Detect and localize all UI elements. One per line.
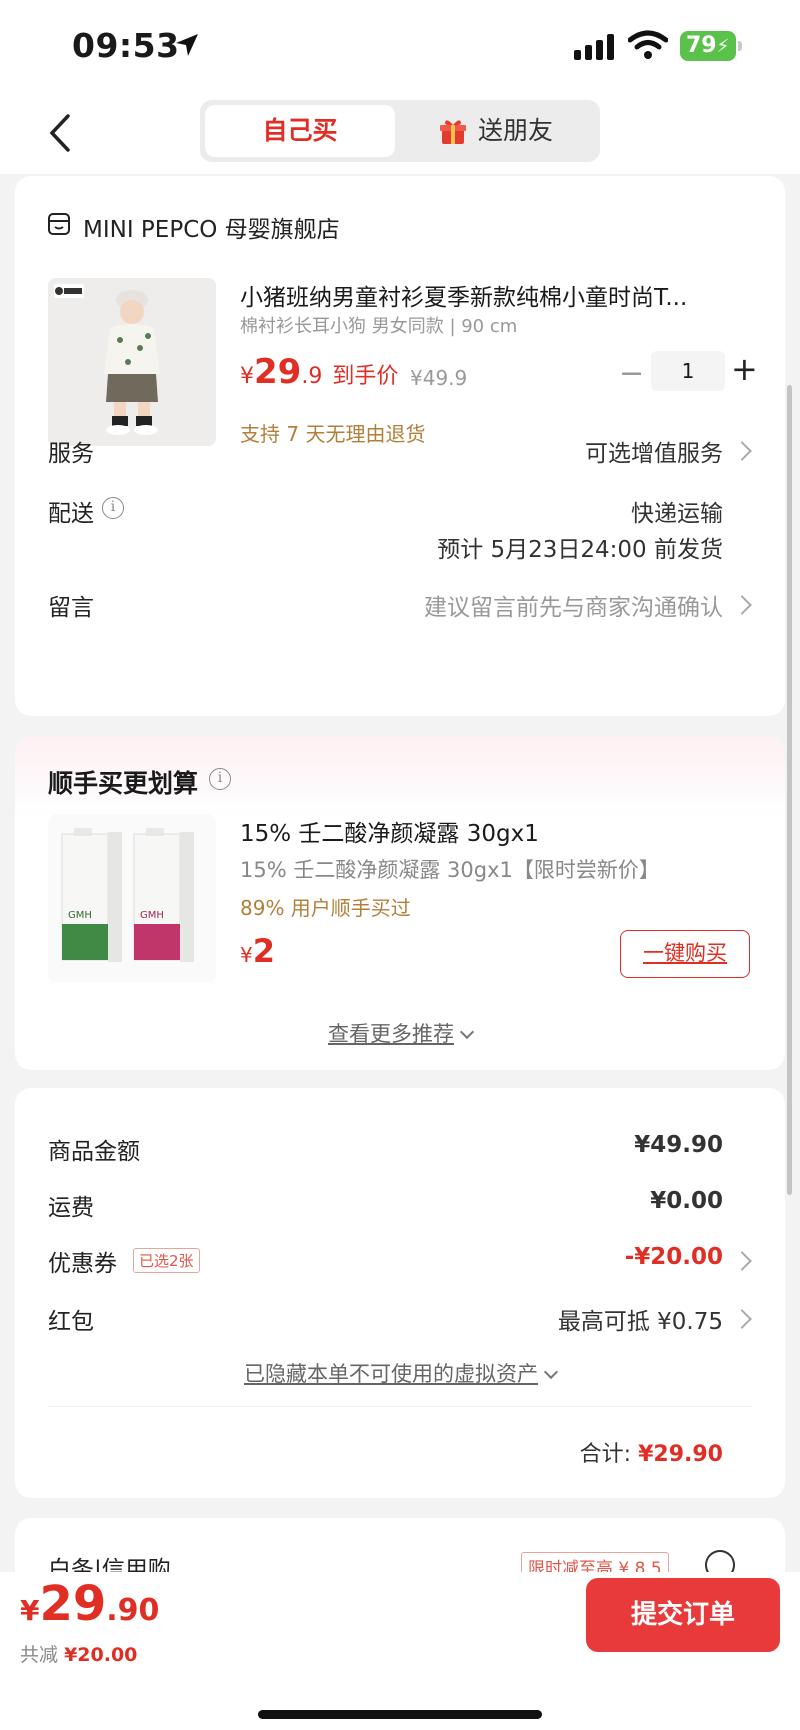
gift-icon — [440, 120, 466, 144]
recommended-product-stat: 89% 用户顺手买过 — [240, 896, 411, 920]
status-time: 09:53 — [72, 26, 180, 65]
coupon-label: 优惠券 — [48, 1251, 117, 1277]
original-price: ¥49.9 — [410, 366, 468, 390]
coupon-selected-badge: 已选2张 — [133, 1248, 200, 1273]
delivery-method: 快递运输 — [631, 501, 723, 527]
info-icon[interactable]: i — [102, 497, 124, 519]
chevron-right-icon[interactable] — [732, 441, 752, 461]
delivery-eta: 预计 5月23日24:00 前发货 — [437, 537, 723, 563]
total-label: 合计: — [579, 1442, 632, 1467]
home-indicator[interactable] — [258, 1710, 542, 1719]
chevron-right-icon[interactable] — [732, 1251, 752, 1271]
product-image[interactable] — [48, 278, 216, 446]
checkout-bar: ¥29.90 共减 ¥20.00 提交订单 — [0, 1572, 800, 1730]
price-decimal: .9 — [301, 364, 323, 389]
nav-bar: 自己买 送朋友 — [0, 96, 800, 174]
bottom-total-price: ¥29.90 — [20, 1576, 159, 1632]
battery-level: 79 — [686, 33, 717, 58]
coupon-value[interactable]: -¥20.00 — [625, 1244, 723, 1270]
chevron-down-icon — [543, 1364, 559, 1380]
view-more-link[interactable]: 查看更多推荐 — [15, 1018, 785, 1048]
shipping-value: ¥0.00 — [650, 1188, 723, 1214]
quantity-input[interactable]: 1 — [651, 351, 725, 391]
chevron-down-icon — [459, 1024, 475, 1040]
tube-product-illustration: GMH GMH — [61, 828, 194, 962]
tab-send-friend-label: 送朋友 — [478, 116, 554, 145]
scrollbar[interactable] — [787, 385, 792, 1195]
price-integer: 29 — [39, 1576, 107, 1632]
back-arrow-icon[interactable] — [40, 110, 80, 156]
purchase-mode-toggle: 自己买 送朋友 — [200, 100, 600, 162]
recommended-product-image[interactable]: GMH GMH — [48, 814, 216, 982]
wifi-icon — [628, 30, 668, 59]
price-currency: ¥ — [240, 943, 253, 967]
view-more-label: 查看更多推荐 — [328, 1022, 454, 1046]
delivery-label: 配送 — [48, 501, 94, 527]
message-label: 留言 — [48, 595, 94, 621]
product-photo-illustration — [48, 278, 216, 446]
location-arrow-icon — [176, 34, 198, 56]
price-decimal: .90 — [106, 1593, 160, 1628]
goods-amount-label: 商品金额 — [48, 1139, 140, 1165]
product-title[interactable]: 小猪班纳男童衬衫夏季新款纯棉小童时尚T... — [240, 278, 760, 312]
store-icon — [48, 213, 70, 235]
tab-buy-self[interactable]: 自己买 — [205, 105, 395, 157]
total-saved: 共减 ¥20.00 — [20, 1640, 137, 1667]
price-currency: ¥ — [240, 364, 254, 389]
chevron-right-icon[interactable] — [732, 595, 752, 615]
hidden-assets-toggle[interactable]: 已隐藏本单不可使用的虚拟资产 — [15, 1358, 785, 1388]
submit-order-button[interactable]: 提交订单 — [586, 1578, 780, 1652]
battery-indicator: 79⚡ — [680, 31, 742, 61]
red-packet-value[interactable]: 最高可抵 ¥0.75 — [558, 1302, 723, 1336]
total-value: ¥29.90 — [638, 1442, 723, 1467]
price-value: 2 — [252, 932, 275, 970]
price-label: 到手价 — [332, 364, 399, 389]
recommendation-card: 顺手买更划算 i GMH GMH 15% 壬二酸净颜凝露 30gx1 15% 壬… — [15, 736, 785, 1070]
divider — [48, 1406, 752, 1407]
recommended-product-subtitle: 15% 壬二酸净颜凝露 30gx1【限时尝新价】 — [240, 858, 660, 882]
shipping-label: 运费 — [48, 1195, 94, 1221]
tab-send-friend[interactable]: 送朋友 — [410, 105, 595, 157]
return-policy: 支持 7 天无理由退货 — [240, 422, 426, 446]
order-item-card: MINI PEPCO 母婴旗舰店 小猪班纳男童衬衫夏季新款纯棉小童时尚T... … — [15, 176, 785, 716]
price-summary-card: 商品金额 ¥49.90 运费 ¥0.00 优惠券 已选2张 -¥20.00 红包… — [15, 1088, 785, 1498]
product-price: ¥29.9 到手价 — [240, 352, 398, 392]
chevron-right-icon[interactable] — [732, 1309, 752, 1329]
quantity-increase-button[interactable]: + — [731, 350, 758, 388]
red-packet-label: 红包 — [48, 1309, 94, 1335]
status-bar: 09:53 79⚡ — [0, 0, 800, 96]
charging-bolt-icon: ⚡ — [716, 36, 730, 57]
goods-amount-value: ¥49.90 — [634, 1132, 723, 1158]
store-name[interactable]: MINI PEPCO 母婴旗舰店 — [83, 210, 340, 244]
recommendation-title: 顺手买更划算 — [48, 769, 199, 798]
recommended-product-price: ¥2 — [240, 932, 275, 970]
hidden-assets-label: 已隐藏本单不可使用的虚拟资产 — [244, 1362, 538, 1386]
quantity-decrease-button[interactable]: − — [619, 356, 644, 391]
message-input[interactable]: 建议留言前先与商家沟通确认 — [424, 588, 723, 622]
payment-method-card: 白条|信用购 限时减至高 ¥ 8.5 — [15, 1518, 785, 1583]
saved-value: ¥20.00 — [64, 1644, 138, 1666]
svg-text:GMH: GMH — [68, 910, 92, 921]
order-total: 合计: ¥29.90 — [580, 1436, 723, 1468]
service-label: 服务 — [48, 441, 94, 467]
saved-label: 共减 — [20, 1644, 59, 1666]
price-currency: ¥ — [20, 1594, 40, 1627]
price-integer: 29 — [254, 352, 302, 392]
signal-icon — [574, 34, 614, 60]
service-value[interactable]: 可选增值服务 — [585, 434, 723, 468]
info-icon[interactable]: i — [209, 768, 231, 790]
svg-text:GMH: GMH — [140, 910, 164, 921]
product-sku[interactable]: 棉衬衫长耳小狗 男女同款 | 90 cm — [240, 312, 517, 338]
one-click-buy-button[interactable]: 一键购买 — [620, 930, 750, 978]
recommended-product-name[interactable]: 15% 壬二酸净颜凝露 30gx1 — [240, 814, 539, 848]
